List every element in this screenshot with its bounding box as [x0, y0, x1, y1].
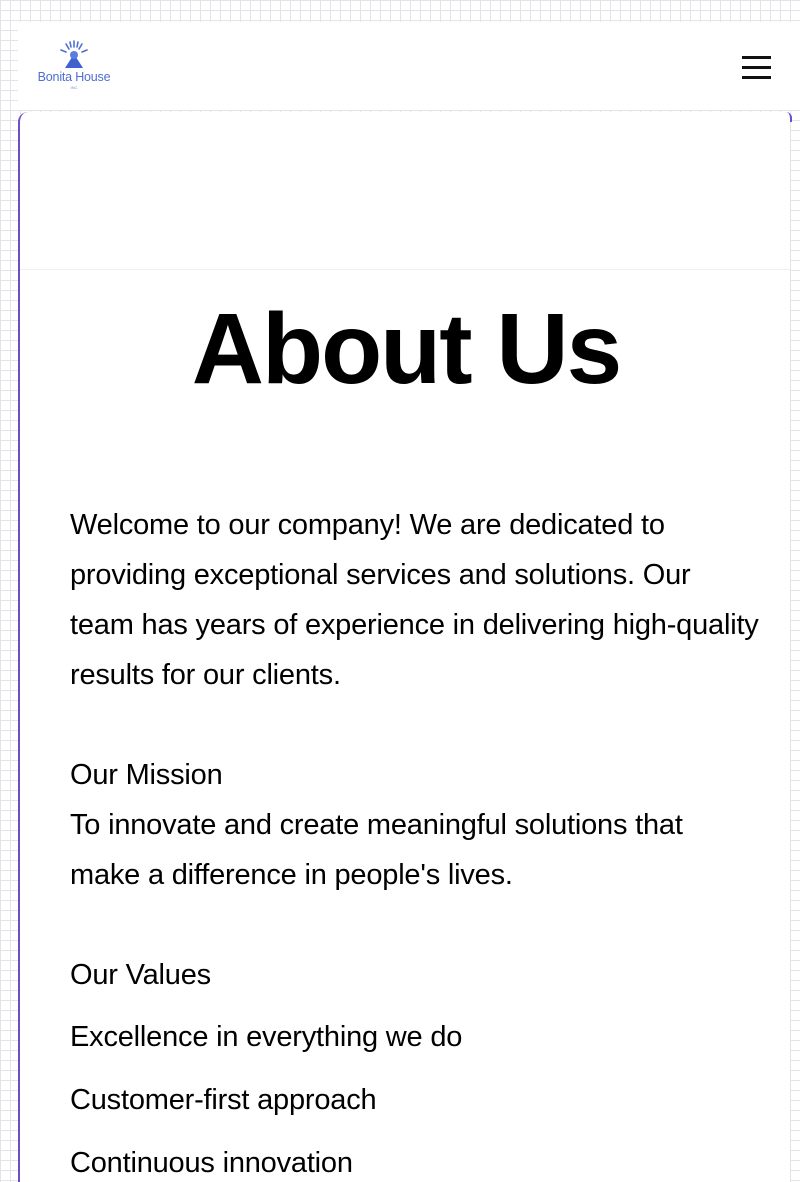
- banner-divider: [20, 269, 790, 270]
- mission-text: To innovate and create meaningful soluti…: [70, 809, 683, 891]
- list-item: Excellence in everything we do: [70, 1021, 463, 1053]
- menu-line-middle: [742, 66, 771, 69]
- menu-line-bottom: [742, 76, 771, 79]
- about-content: Welcome to our company! We are dedicated…: [70, 500, 760, 1182]
- values-list: Excellence in everything we do Customer-…: [70, 1012, 760, 1182]
- mission-heading: Our Mission: [70, 759, 223, 791]
- card-corner-accent: [786, 112, 792, 122]
- top-bar: Bonita House INC: [18, 22, 800, 110]
- bonita-house-logo-icon: [60, 40, 88, 68]
- about-card: About Us Welcome to our company! We are …: [18, 112, 790, 1182]
- list-item: Customer-first approach: [70, 1084, 377, 1116]
- values-heading: Our Values: [70, 959, 211, 991]
- menu-line-top: [742, 56, 771, 59]
- logo-text: Bonita House: [37, 70, 111, 84]
- page-title: About Us: [191, 293, 622, 405]
- intro-paragraph: Welcome to our company! We are dedicated…: [70, 509, 759, 691]
- list-item: Continuous innovation: [70, 1147, 353, 1179]
- logo-subtext: INC: [70, 85, 78, 90]
- logo-link[interactable]: Bonita House INC: [34, 40, 114, 92]
- hamburger-menu-icon[interactable]: [734, 52, 778, 82]
